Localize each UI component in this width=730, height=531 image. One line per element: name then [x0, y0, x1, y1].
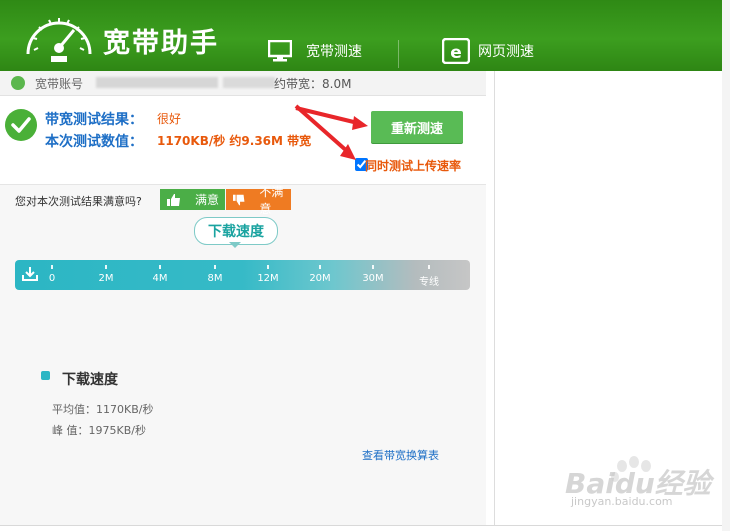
speed-bar: [15, 260, 470, 290]
satisfied-label: 满意: [195, 193, 220, 207]
scale-tick: [105, 265, 107, 269]
scale-label: 专线: [419, 277, 439, 288]
download-speed-bubble: 下载速度: [194, 217, 278, 245]
watermark-subtext: jingyan.baidu.com: [571, 495, 673, 508]
retest-button[interactable]: 重新测速: [371, 111, 463, 143]
scale-tick: [51, 265, 53, 269]
scale-label: 30M: [362, 273, 384, 284]
result-label: 带宽测试结果：: [45, 112, 143, 128]
measure-label: 本次测试数值：: [45, 134, 143, 150]
scale-label: 8M: [207, 273, 223, 284]
thumbs-up-icon: [167, 193, 180, 206]
average-speed: 平均值：1170KB/秒: [52, 403, 154, 416]
unsatisfied-button[interactable]: 不满意: [226, 185, 291, 216]
tab-bandwidth-test[interactable]: 宽带测速: [268, 36, 362, 66]
bubble-tail: [229, 242, 241, 248]
stats-title: 下载速度: [62, 372, 118, 388]
measure-value: 1170KB/秒 约9.36M 带宽: [157, 134, 312, 148]
scale-tick: [159, 265, 161, 269]
peak-speed: 峰 值：1975KB/秒: [52, 424, 146, 437]
bottom-border: [0, 525, 722, 526]
account-redacted: [96, 77, 218, 88]
scale-label: 0: [48, 273, 56, 284]
check-icon: [5, 109, 37, 141]
tab-divider: [398, 40, 399, 68]
unsatisfied-label: 不满意: [259, 184, 284, 216]
user-icon: [11, 76, 25, 90]
scale-tick: [319, 265, 321, 269]
scale-tick: [267, 265, 269, 269]
subscribed-bandwidth: 约带宽：8.0M: [274, 77, 352, 91]
scale-label: 2M: [98, 273, 114, 284]
annotation-arrows: [294, 104, 368, 160]
scale-label: 4M: [152, 273, 168, 284]
svg-text:e: e: [450, 43, 462, 63]
panel-divider: [494, 71, 495, 526]
conversion-table-link[interactable]: 查看带宽换算表: [362, 447, 439, 463]
download-icon: [22, 267, 38, 281]
ie-browser-icon: e: [442, 38, 470, 64]
tab-webpage-test[interactable]: e 网页测速: [442, 36, 534, 66]
scale-tick: [214, 265, 216, 269]
scale-label: 12M: [257, 273, 279, 284]
speedometer-logo-icon: [26, 18, 92, 62]
result-value: 很好: [157, 112, 182, 126]
upload-test-label[interactable]: 同时测试上传速率: [365, 157, 461, 174]
tab-webpage-test-label: 网页测速: [478, 44, 534, 60]
satisfied-button[interactable]: 满意: [160, 189, 225, 210]
thumbs-down-icon: [233, 194, 245, 205]
monitor-icon: [268, 40, 292, 62]
legend-swatch: [41, 371, 50, 380]
window-edge: [722, 0, 730, 531]
account-redacted-2: [223, 77, 275, 88]
account-label: 宽带账号: [35, 77, 84, 91]
scale-label: 20M: [309, 273, 331, 284]
tab-bandwidth-test-label: 宽带测速: [306, 44, 362, 60]
scale-tick: [428, 265, 430, 269]
app-title: 宽带助手: [103, 28, 219, 59]
scale-tick: [372, 265, 374, 269]
satisfaction-question: 您对本次测试结果满意吗?: [15, 195, 142, 208]
